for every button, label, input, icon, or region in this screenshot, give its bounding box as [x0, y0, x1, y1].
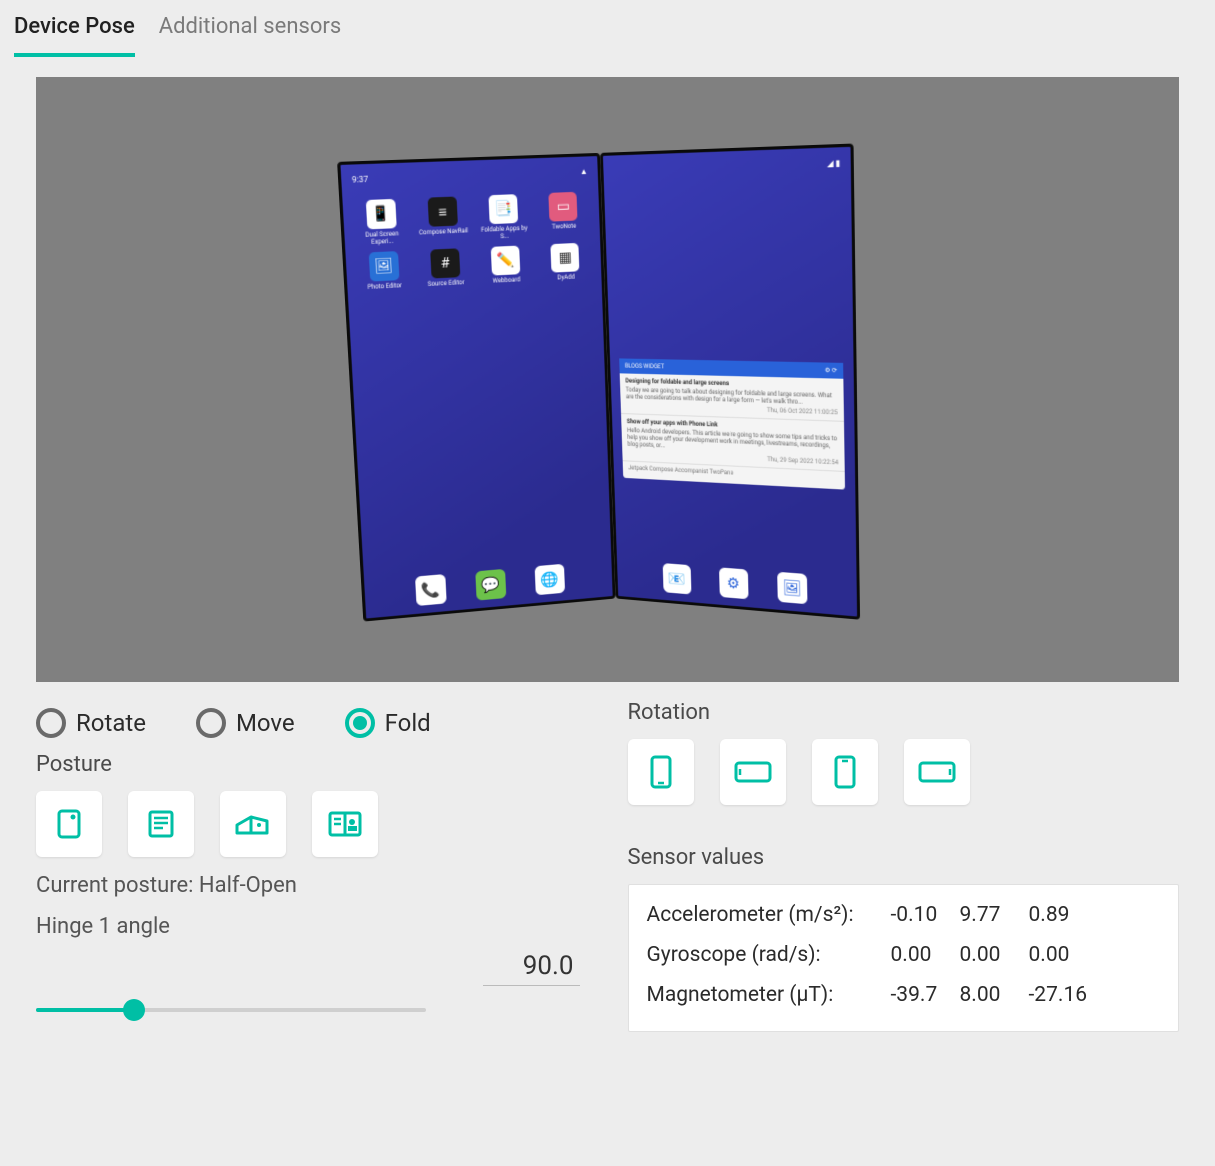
rotation-landscape-left-button[interactable] — [720, 739, 786, 805]
sensor-y: 0.00 — [960, 943, 1015, 967]
status-icons-left: ▲ — [579, 166, 587, 181]
tab-additional-sensors[interactable]: Additional sensors — [159, 14, 341, 57]
widget-settings-icon: ⚙ ⟳ — [824, 366, 836, 374]
dock-icon: 📞 — [414, 574, 446, 606]
device-right-screen: ◢ ▮ BLOGS WIDGET⚙ ⟳ Designing for foldab… — [600, 143, 860, 619]
posture-closed-button[interactable] — [36, 791, 102, 857]
sensor-row: Accelerometer (m/s²): -0.10 9.77 0.89 — [647, 903, 1161, 927]
sensor-name: Magnetometer (μT): — [647, 983, 877, 1007]
hinge-angle-value[interactable]: 90.0 — [483, 951, 580, 986]
app-icon: ✏️Webboard — [478, 245, 532, 285]
current-posture-text: Current posture: Half-Open — [36, 873, 588, 898]
dock-icon: 🌐 — [534, 563, 564, 595]
radio-move[interactable]: Move — [196, 708, 295, 738]
sensor-y: 9.77 — [960, 903, 1015, 927]
sensor-z: -27.16 — [1029, 983, 1084, 1007]
dock-right: 📧 ⚙ 🖼 — [616, 559, 856, 608]
radio-fold[interactable]: Fold — [345, 708, 431, 738]
rotation-landscape-right-button[interactable] — [904, 739, 970, 805]
sensor-z: 0.00 — [1029, 943, 1084, 967]
manipulation-mode-radios: Rotate Move Fold — [36, 708, 588, 738]
posture-book-button[interactable] — [312, 791, 378, 857]
posture-flat-button[interactable] — [128, 791, 194, 857]
dock-icon: ⚙ — [718, 567, 748, 599]
status-time: 9:37 — [351, 174, 368, 189]
rotation-portrait-flipped-button[interactable] — [812, 739, 878, 805]
sensor-values-label: Sensor values — [628, 845, 1180, 870]
sensor-row: Magnetometer (μT): -39.7 8.00 -27.16 — [647, 983, 1161, 1007]
sensor-row: Gyroscope (rad/s): 0.00 0.00 0.00 — [647, 943, 1161, 967]
foldable-device-model: 9:37 ▲ 📱Dual Screen Experi...≡Compose Nav… — [346, 143, 869, 599]
radio-rotate[interactable]: Rotate — [36, 708, 146, 738]
app-icon: 📑Foldable Apps by S... — [476, 193, 530, 241]
dock-left: 📞 💬 🌐 — [364, 559, 612, 610]
sensor-x: 0.00 — [891, 943, 946, 967]
posture-label: Posture — [36, 752, 588, 777]
app-icon: 🖼Photo Editor — [356, 250, 412, 291]
sensor-x: -0.10 — [891, 903, 946, 927]
sensor-z: 0.89 — [1029, 903, 1084, 927]
app-icon: ▭TwoNote — [536, 191, 589, 238]
app-icon: ▦DyAdd — [539, 242, 592, 282]
sensor-y: 8.00 — [960, 983, 1015, 1007]
sensor-name: Accelerometer (m/s²): — [647, 903, 877, 927]
device-left-screen: 9:37 ▲ 📱Dual Screen Experi...≡Compose Nav… — [337, 152, 616, 621]
posture-tent-button[interactable] — [220, 791, 286, 857]
app-grid-left: 📱Dual Screen Experi...≡Compose NavRail📑F… — [353, 191, 592, 291]
blogs-widget: BLOGS WIDGET⚙ ⟳ Designing for foldable a… — [619, 358, 845, 489]
app-icon: ≡Compose NavRail — [415, 196, 470, 244]
sensor-values-table: Accelerometer (m/s²): -0.10 9.77 0.89 Gyr… — [628, 884, 1180, 1032]
radio-move-label: Move — [236, 709, 295, 737]
sensor-name: Gyroscope (rad/s): — [647, 943, 877, 967]
app-icon: #Source Editor — [417, 247, 472, 288]
sensor-x: -39.7 — [891, 983, 946, 1007]
radio-fold-label: Fold — [385, 709, 431, 737]
dock-icon: 🖼 — [776, 571, 806, 603]
dock-icon: 💬 — [474, 568, 505, 600]
tab-bar: Device Pose Additional sensors — [0, 0, 1215, 57]
slider-thumb[interactable] — [123, 999, 145, 1021]
status-icons-right: ◢ ▮ — [826, 158, 839, 174]
rotation-label: Rotation — [628, 700, 1180, 725]
hinge-angle-label: Hinge 1 angle — [36, 914, 588, 939]
rotation-buttons — [628, 739, 1180, 805]
hinge-angle-slider[interactable] — [36, 1008, 426, 1012]
radio-rotate-label: Rotate — [76, 709, 146, 737]
widget-title: BLOGS WIDGET — [624, 362, 663, 370]
device-3d-viewport[interactable]: 9:37 ▲ 📱Dual Screen Experi...≡Compose Nav… — [36, 77, 1179, 682]
posture-buttons — [36, 791, 588, 857]
tab-device-pose[interactable]: Device Pose — [14, 14, 135, 57]
app-icon: 📱Dual Screen Experi... — [353, 198, 409, 246]
rotation-portrait-button[interactable] — [628, 739, 694, 805]
dock-icon: 📧 — [662, 563, 691, 594]
